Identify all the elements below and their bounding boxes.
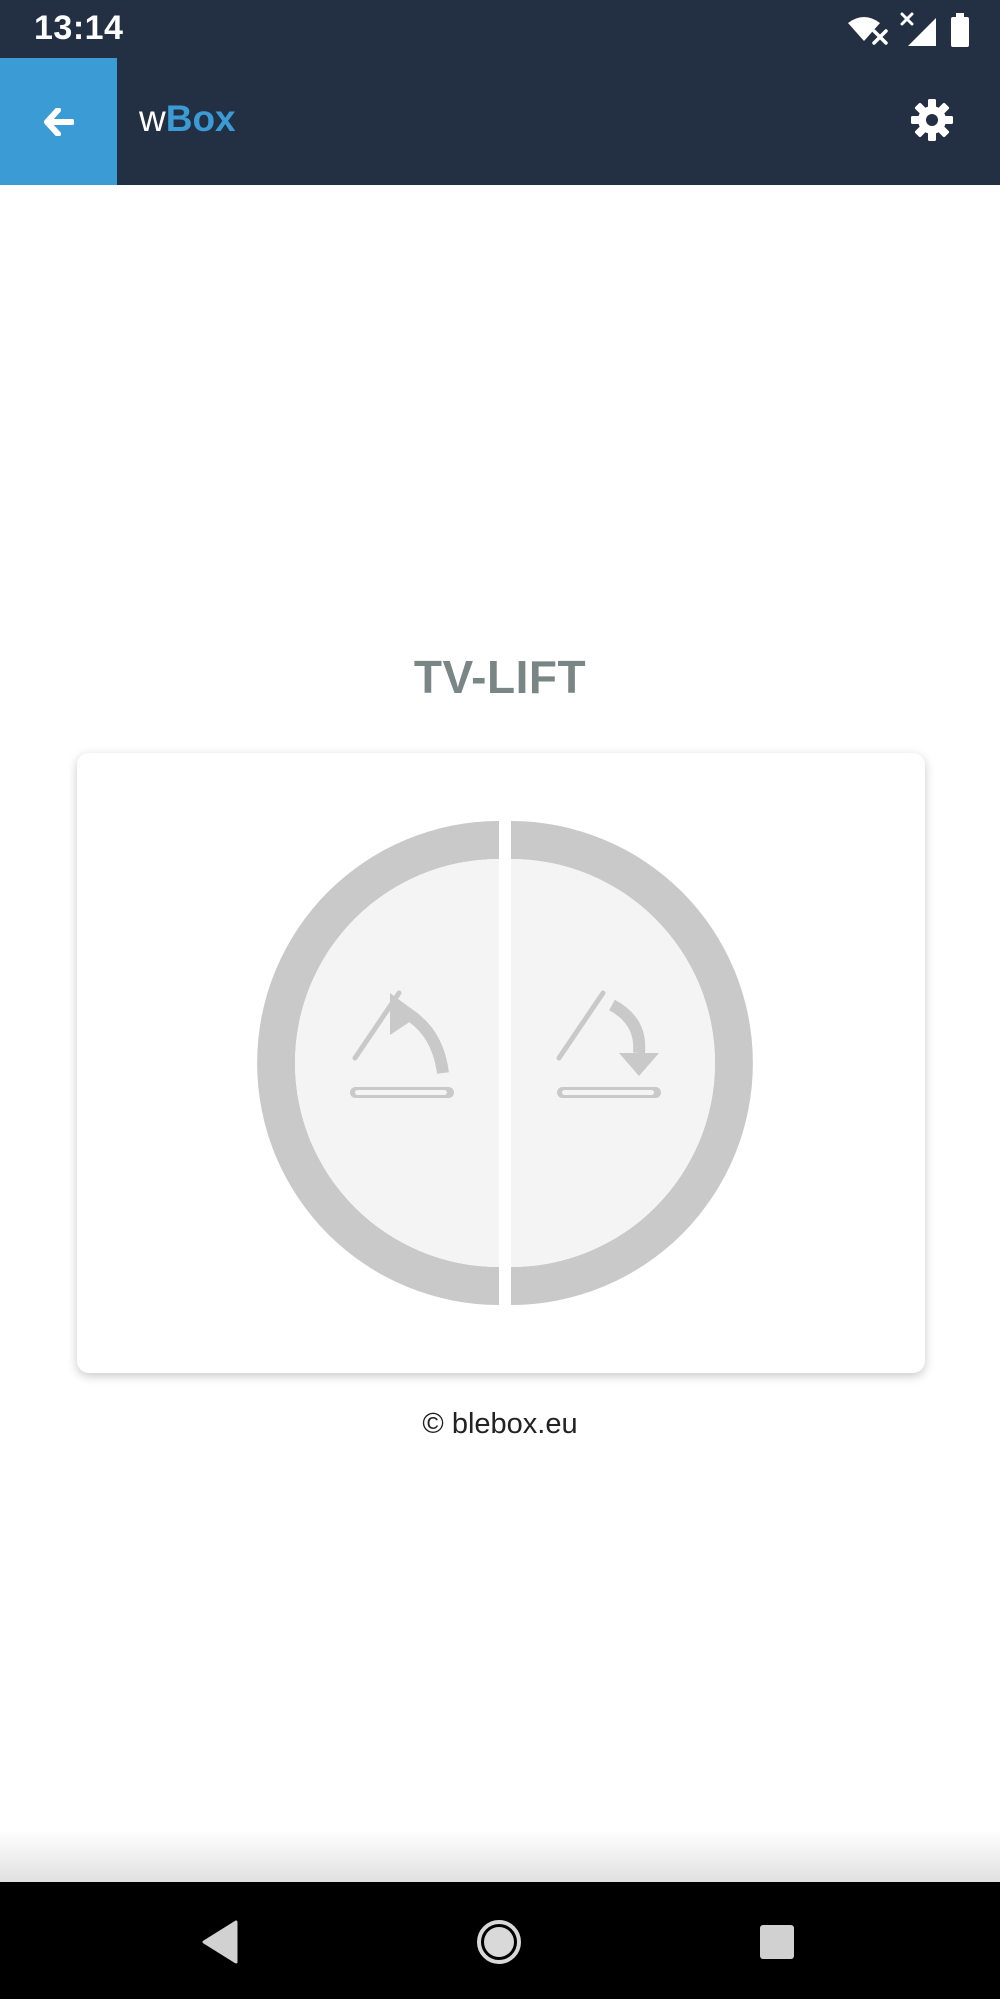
settings-button[interactable] bbox=[900, 88, 964, 152]
home-circle-icon bbox=[477, 1920, 521, 1964]
nav-home-button[interactable] bbox=[469, 1912, 529, 1972]
nav-recents-button[interactable] bbox=[747, 1912, 807, 1972]
battery-icon bbox=[951, 13, 969, 47]
back-triangle-icon bbox=[202, 1920, 238, 1964]
app-title: wBox bbox=[139, 97, 236, 141]
status-bar: 13:14 bbox=[0, 0, 1000, 58]
app-bar: wBox bbox=[0, 58, 1000, 185]
bottom-shade bbox=[0, 1830, 1000, 1882]
control-card bbox=[77, 753, 925, 1373]
lift-down-button[interactable] bbox=[511, 821, 753, 1305]
app-title-prefix: w bbox=[139, 98, 166, 139]
navigation-bar bbox=[0, 1882, 1000, 1999]
app-title-suffix: Box bbox=[165, 98, 236, 139]
copyright-link[interactable]: © blebox.eu bbox=[0, 1408, 1000, 1441]
nav-back-button[interactable] bbox=[190, 1912, 250, 1972]
recents-square-icon bbox=[760, 1925, 794, 1959]
status-icons bbox=[844, 10, 970, 50]
gear-icon bbox=[911, 99, 953, 141]
arrow-left-icon bbox=[43, 107, 74, 136]
lift-up-button[interactable] bbox=[257, 821, 499, 1305]
device-name: TV-LIFT bbox=[413, 651, 587, 703]
wifi-off-icon bbox=[848, 17, 888, 45]
back-button[interactable] bbox=[0, 58, 117, 185]
signal-no-data-icon bbox=[900, 12, 936, 46]
status-time: 13:14 bbox=[34, 9, 124, 47]
tv-lift-control bbox=[257, 821, 753, 1305]
